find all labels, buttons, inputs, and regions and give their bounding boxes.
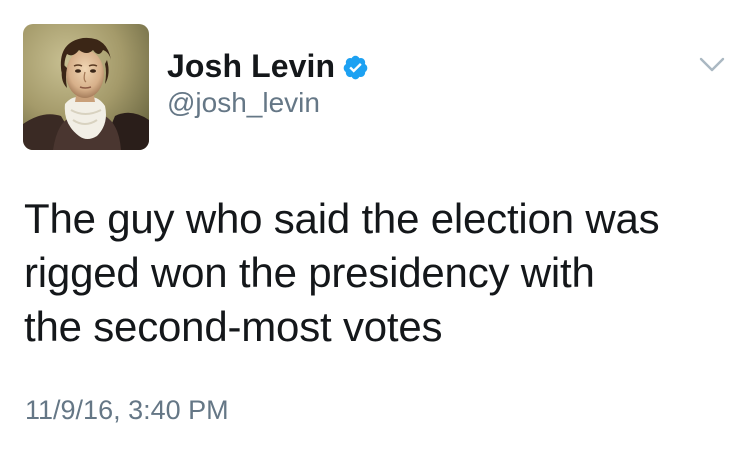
avatar[interactable]	[23, 24, 149, 150]
tweet-card: Josh Levin @josh_levin The guy who said …	[0, 0, 750, 454]
portrait-avatar-image	[23, 24, 149, 150]
chevron-down-icon[interactable]	[699, 56, 725, 74]
verified-badge-icon	[342, 54, 369, 81]
display-name[interactable]: Josh Levin	[167, 48, 335, 85]
tweet-text: The guy who said the election was rigged…	[24, 195, 660, 350]
user-name-row: Josh Levin	[167, 44, 369, 88]
user-handle[interactable]: @josh_levin	[167, 87, 320, 119]
tweet-timestamp[interactable]: 11/9/16, 3:40 PM	[25, 395, 229, 426]
